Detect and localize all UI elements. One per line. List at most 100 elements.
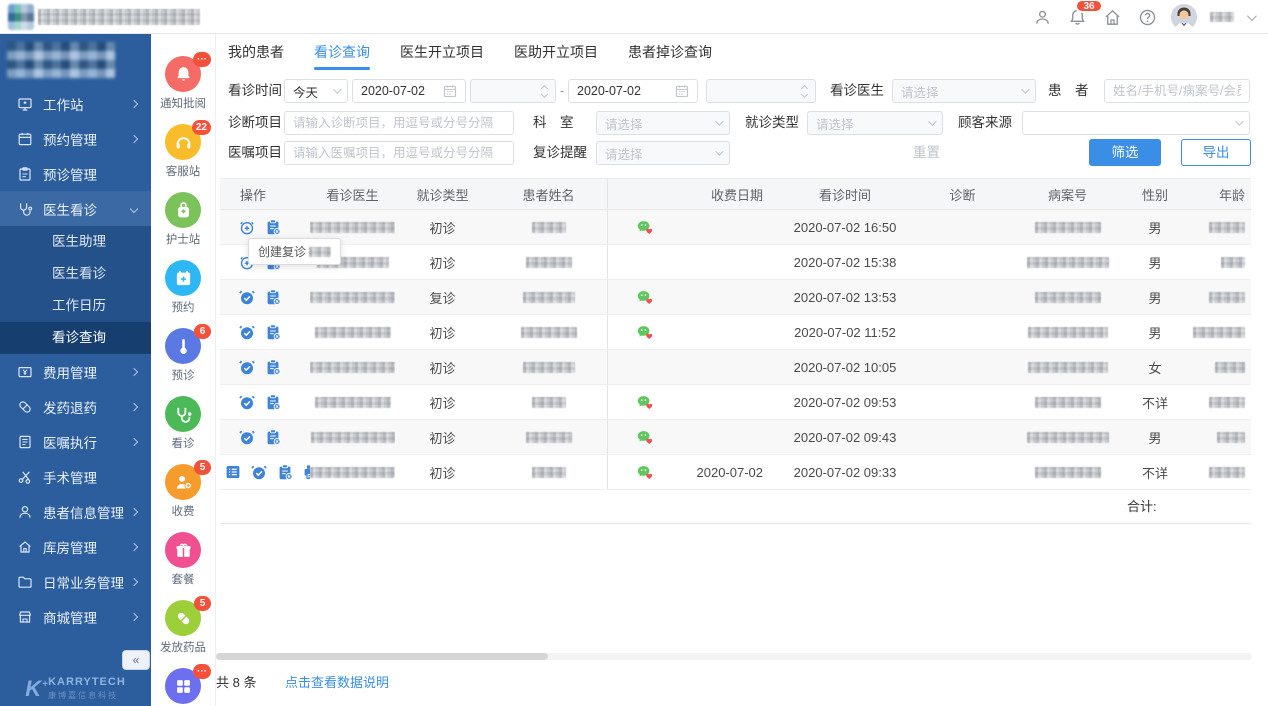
department-select[interactable]: 请选择 — [596, 111, 730, 135]
cell-4 — [607, 385, 680, 419]
cell-9: 女 — [1125, 350, 1185, 384]
cell-6: 2020-07-02 11:52 — [775, 315, 915, 349]
time-to-spinner[interactable] — [706, 79, 816, 103]
redacted-text — [521, 327, 577, 338]
tab-看诊查询[interactable]: 看诊查询 — [314, 42, 370, 70]
order-item-input[interactable] — [284, 141, 514, 165]
sidebar-item-库房管理[interactable]: 库房管理 — [0, 529, 151, 564]
sidebar-item-工作站[interactable]: 工作站 — [0, 86, 151, 121]
quickbar-item-客服站[interactable]: 22客服站 — [165, 124, 201, 179]
sidebar-item-预约管理[interactable]: 预约管理 — [0, 121, 151, 156]
tab-我的患者[interactable]: 我的患者 — [228, 42, 284, 70]
home-icon[interactable] — [1101, 6, 1123, 28]
redacted-text — [1193, 327, 1245, 338]
sidebar-item-医嘱执行[interactable]: 医嘱执行 — [0, 424, 151, 459]
sidebar-item-label: 发药退药 — [43, 397, 97, 417]
diagnosis-item-input[interactable] — [284, 111, 514, 135]
alarmcheck-icon[interactable] — [250, 463, 268, 481]
listview-icon[interactable] — [224, 463, 242, 481]
redacted-text — [310, 222, 395, 233]
quickbar-item-收费[interactable]: 5收费 — [165, 464, 201, 519]
time-from-spinner[interactable] — [470, 79, 556, 103]
table-header-row: 操作看诊医生就诊类型患者姓名收费日期看诊时间诊断病案号性别年龄 — [220, 178, 1251, 210]
alarmcheck-icon[interactable] — [238, 358, 256, 376]
clipboardx-icon[interactable] — [264, 323, 282, 341]
clipboardx-icon[interactable] — [264, 358, 282, 376]
customer-source-select[interactable] — [1022, 111, 1250, 135]
quickbar-item-预诊[interactable]: 6预诊 — [165, 328, 201, 383]
sidebar-collapse-button[interactable]: « — [122, 650, 150, 670]
help-icon[interactable] — [1136, 6, 1158, 28]
redacted-text — [1221, 257, 1245, 268]
sidebar-item-费用管理[interactable]: 费用管理 — [0, 354, 151, 389]
cell-10 — [1185, 210, 1251, 244]
clipboardx-icon[interactable] — [276, 463, 294, 481]
cell-6: 2020-07-02 09:53 — [775, 385, 915, 419]
alarmcheck-icon[interactable] — [238, 393, 256, 411]
time-preset-select[interactable]: 今天 — [284, 79, 348, 103]
alarmcheck-icon[interactable] — [238, 288, 256, 306]
notifications-bell-icon[interactable]: 36 — [1066, 6, 1088, 28]
redacted-text — [1035, 467, 1101, 478]
total-count: 共 8 条 — [216, 672, 256, 691]
quickbar-item-预约[interactable]: 预约 — [165, 260, 201, 315]
clipboardx-icon[interactable] — [264, 428, 282, 446]
column-header-年龄: 年龄 — [1185, 179, 1251, 209]
clipboardx-icon[interactable] — [264, 218, 282, 236]
export-button[interactable]: 导出 — [1181, 139, 1251, 166]
clipboardx-icon[interactable] — [264, 393, 282, 411]
quickbar-item-看诊[interactable]: 看诊 — [165, 396, 201, 451]
alarmplus-icon[interactable] — [238, 218, 256, 236]
clipboardx-icon[interactable] — [264, 288, 282, 306]
date-to-input[interactable]: 2020-07-02 — [568, 79, 698, 103]
header-actions: 36 — [1031, 0, 1254, 34]
doctor-select[interactable]: 请选择 — [892, 79, 1036, 103]
quickbar-item-通知批阅[interactable]: ···通知批阅 — [160, 56, 206, 111]
redacted-text — [311, 432, 395, 443]
sidebar-item-医生看诊[interactable]: 医生看诊 — [0, 191, 151, 226]
cell-4 — [607, 455, 680, 489]
sidebar-item-发药退药[interactable]: 发药退药 — [0, 389, 151, 424]
data-description-link[interactable]: 点击查看数据说明 — [285, 672, 389, 691]
sidebar-item-label: 医嘱执行 — [43, 432, 97, 452]
cell-8 — [1010, 315, 1125, 349]
quickbar-label: 收费 — [172, 503, 195, 519]
filter-button[interactable]: 筛选 — [1089, 139, 1161, 166]
visit-type-select[interactable]: 请选择 — [807, 111, 943, 135]
user-avatar[interactable] — [1171, 4, 1197, 30]
scrollbar-thumb[interactable] — [216, 653, 548, 660]
alarmcheck-icon[interactable] — [238, 428, 256, 446]
quickbar-item-套餐[interactable]: 套餐 — [165, 532, 201, 587]
date-from-input[interactable]: 2020-07-02 — [352, 79, 466, 103]
sidebar-item-label: 库房管理 — [43, 537, 97, 557]
tab-患者掉诊查询[interactable]: 患者掉诊查询 — [628, 42, 712, 70]
chevron-down-icon[interactable] — [1247, 11, 1257, 21]
sidebar-subitem-医生助理[interactable]: 医生助理 — [0, 226, 151, 258]
tab-医生开立项目[interactable]: 医生开立项目 — [400, 42, 484, 70]
sidebar-item-预诊管理[interactable]: 预诊管理 — [0, 156, 151, 191]
redacted-text — [523, 292, 575, 303]
sidebar-subitem-工作日历[interactable]: 工作日历 — [0, 290, 151, 322]
sidebar-subitem-医生看诊[interactable]: 医生看诊 — [0, 258, 151, 290]
quickbar-item-更多[interactable]: ···更多 — [165, 668, 201, 706]
patient-search-input[interactable] — [1104, 79, 1250, 103]
user-icon[interactable] — [1031, 6, 1053, 28]
cell-6: 2020-07-02 09:43 — [775, 420, 915, 454]
tab-医助开立项目[interactable]: 医助开立项目 — [514, 42, 598, 70]
printer-icon[interactable] — [302, 463, 310, 481]
quickbar-item-发放药品[interactable]: 5发放药品 — [160, 600, 206, 655]
cell-7 — [915, 385, 1010, 419]
sidebar-item-患者信息管理[interactable]: 患者信息管理 — [0, 494, 151, 529]
revisit-reminder-select[interactable]: 请选择 — [596, 141, 730, 165]
sidebar-item-手术管理[interactable]: 手术管理 — [0, 459, 151, 494]
sidebar-item-日常业务管理[interactable]: 日常业务管理 — [0, 564, 151, 599]
sidebar-subitem-看诊查询[interactable]: 看诊查询 — [0, 322, 151, 354]
diagnosis-item-label: 诊断项目 — [228, 111, 282, 135]
reset-button[interactable]: 重置 — [913, 140, 940, 166]
column-header-性别: 性别 — [1125, 179, 1185, 209]
alarmcheck-icon[interactable] — [238, 323, 256, 341]
sidebar-item-label: 预诊管理 — [43, 164, 97, 184]
quickbar-item-护士站[interactable]: 护士站 — [165, 192, 201, 247]
sidebar-item-商城管理[interactable]: 商城管理 — [0, 599, 151, 634]
folder-icon — [17, 574, 33, 590]
